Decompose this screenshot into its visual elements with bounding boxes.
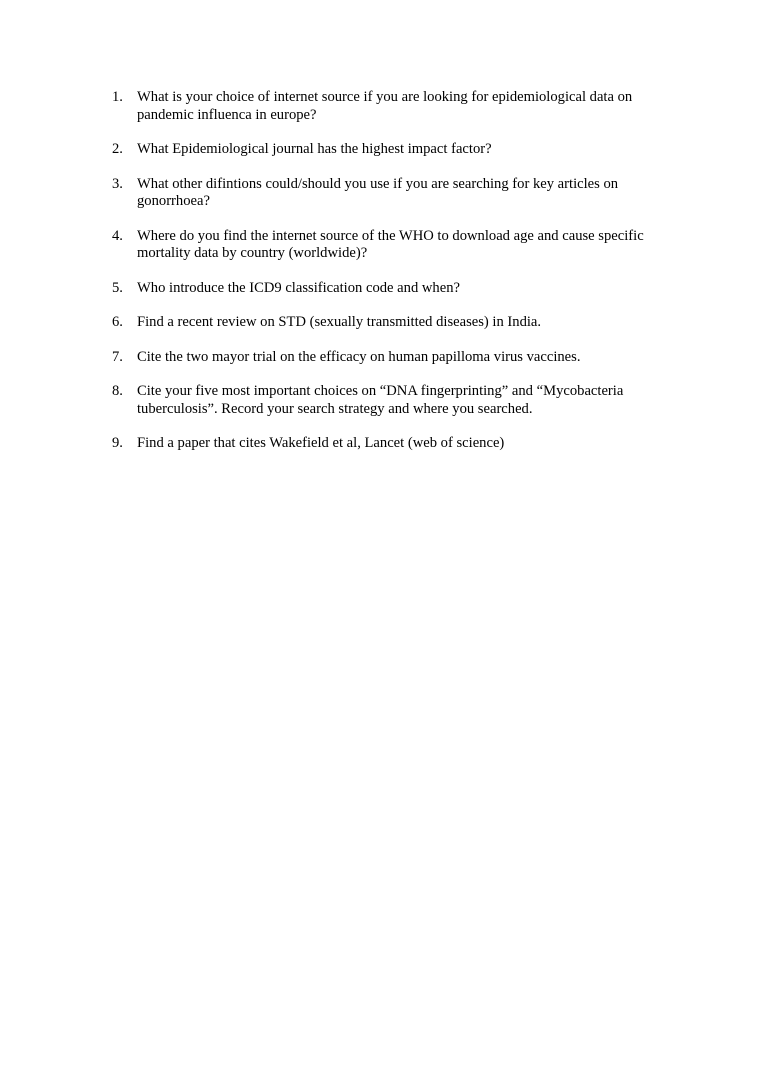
- question-number: 6.: [112, 314, 123, 330]
- question-number: 8.: [112, 383, 123, 399]
- question-list: 1. What is your choice of internet sourc…: [112, 89, 692, 470]
- question-text: Find a recent review on STD (sexually tr…: [137, 314, 542, 330]
- question-item: 1. What is your choice of internet sourc…: [112, 89, 692, 124]
- question-text: Cite your five most important choices on…: [137, 383, 624, 417]
- question-number: 1.: [112, 89, 123, 105]
- question-text: Cite the two mayor trial on the efficacy…: [137, 348, 581, 365]
- question-number: 2.: [112, 141, 123, 157]
- question-item: 2. What Epidemiological journal has the …: [112, 141, 692, 159]
- question-text: Find a paper that cites Wakefield et al,…: [137, 435, 505, 451]
- question-item: 4. Where do you find the internet source…: [112, 228, 692, 263]
- question-text: What Epidemiological journal has the hig…: [137, 141, 492, 157]
- question-number: 7.: [112, 348, 123, 365]
- question-item: 9. Find a paper that cites Wakefield et …: [112, 435, 692, 453]
- question-number: 5.: [112, 279, 123, 296]
- question-text: What is your choice of internet source i…: [137, 89, 633, 123]
- question-item: 7. Cite the two mayor trial on the effic…: [112, 349, 692, 367]
- question-item: 8. Cite your five most important choices…: [112, 383, 692, 418]
- question-number: 9.: [112, 435, 123, 451]
- question-number: 4.: [112, 227, 123, 244]
- document-page: 1. What is your choice of internet sourc…: [0, 0, 760, 1075]
- question-text: Who introduce the ICD9 classification co…: [137, 279, 460, 296]
- question-item: 3. What other difintions could/should yo…: [112, 176, 692, 211]
- question-text: Where do you find the internet source of…: [137, 227, 644, 262]
- question-item: 5. Who introduce the ICD9 classification…: [112, 280, 692, 298]
- question-text: What other difintions could/should you u…: [137, 175, 619, 210]
- question-item: 6. Find a recent review on STD (sexually…: [112, 314, 692, 332]
- question-number: 3.: [112, 175, 123, 192]
